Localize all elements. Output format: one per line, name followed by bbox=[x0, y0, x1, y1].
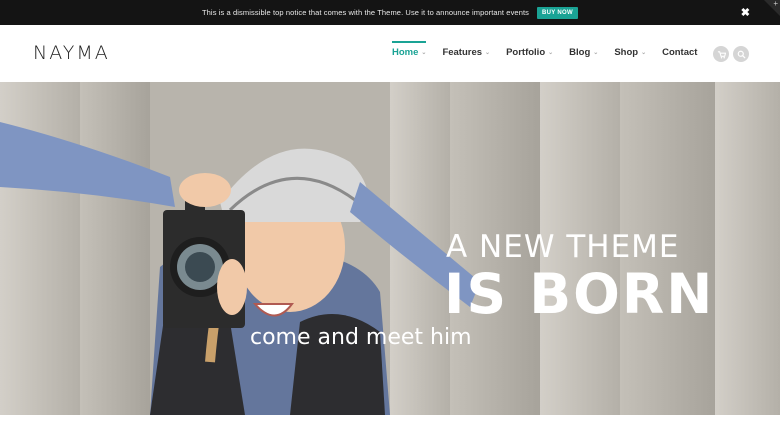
hero-title-line1: A NEW THEME bbox=[446, 229, 680, 265]
chevron-down-icon: ⌄ bbox=[548, 50, 554, 56]
cart-icon[interactable] bbox=[713, 46, 729, 62]
hero-slider: A NEW THEME IS BORN come and meet him bbox=[0, 82, 780, 415]
nav-item-label: Contact bbox=[662, 47, 698, 58]
search-icon[interactable] bbox=[733, 46, 749, 62]
site-header: NAYMA Home ⌄ Features ⌄ Portfolio ⌄ Blog… bbox=[0, 25, 780, 83]
chevron-down-icon: ⌄ bbox=[421, 50, 427, 56]
close-icon[interactable]: ✖ bbox=[741, 6, 750, 19]
nav-item-label: Portfolio bbox=[506, 47, 546, 58]
nav-item-portfolio[interactable]: Portfolio ⌄ bbox=[506, 47, 553, 58]
nav-item-label: Home bbox=[392, 47, 419, 58]
chevron-down-icon: ⌄ bbox=[485, 50, 491, 56]
site-logo[interactable]: NAYMA bbox=[33, 42, 110, 64]
nav-item-label: Features bbox=[442, 47, 483, 58]
nav-item-label: Shop bbox=[614, 47, 639, 58]
nav-item-home[interactable]: Home ⌄ bbox=[392, 41, 427, 58]
nav-item-blog[interactable]: Blog ⌄ bbox=[569, 47, 598, 58]
chevron-down-icon: ⌄ bbox=[593, 50, 599, 56]
nav-item-label: Blog bbox=[569, 47, 591, 58]
nav-item-features[interactable]: Features ⌄ bbox=[442, 47, 490, 58]
nav-item-contact[interactable]: Contact bbox=[662, 47, 697, 58]
hero-subtitle: come and meet him bbox=[250, 325, 472, 350]
top-notice-bar: This is a dismissible top notice that co… bbox=[0, 0, 780, 25]
buy-now-button[interactable]: BUY NOW bbox=[537, 6, 578, 19]
notice-text: This is a dismissible top notice that co… bbox=[201, 8, 529, 17]
main-nav: Home ⌄ Features ⌄ Portfolio ⌄ Blog ⌄ Sho… bbox=[392, 41, 713, 58]
below-hero-area bbox=[0, 415, 780, 442]
nav-item-shop[interactable]: Shop ⌄ bbox=[614, 47, 646, 58]
plus-icon[interactable]: + bbox=[773, 0, 778, 8]
hero-title-line2: IS BORN bbox=[444, 262, 715, 326]
chevron-down-icon: ⌄ bbox=[641, 50, 647, 56]
